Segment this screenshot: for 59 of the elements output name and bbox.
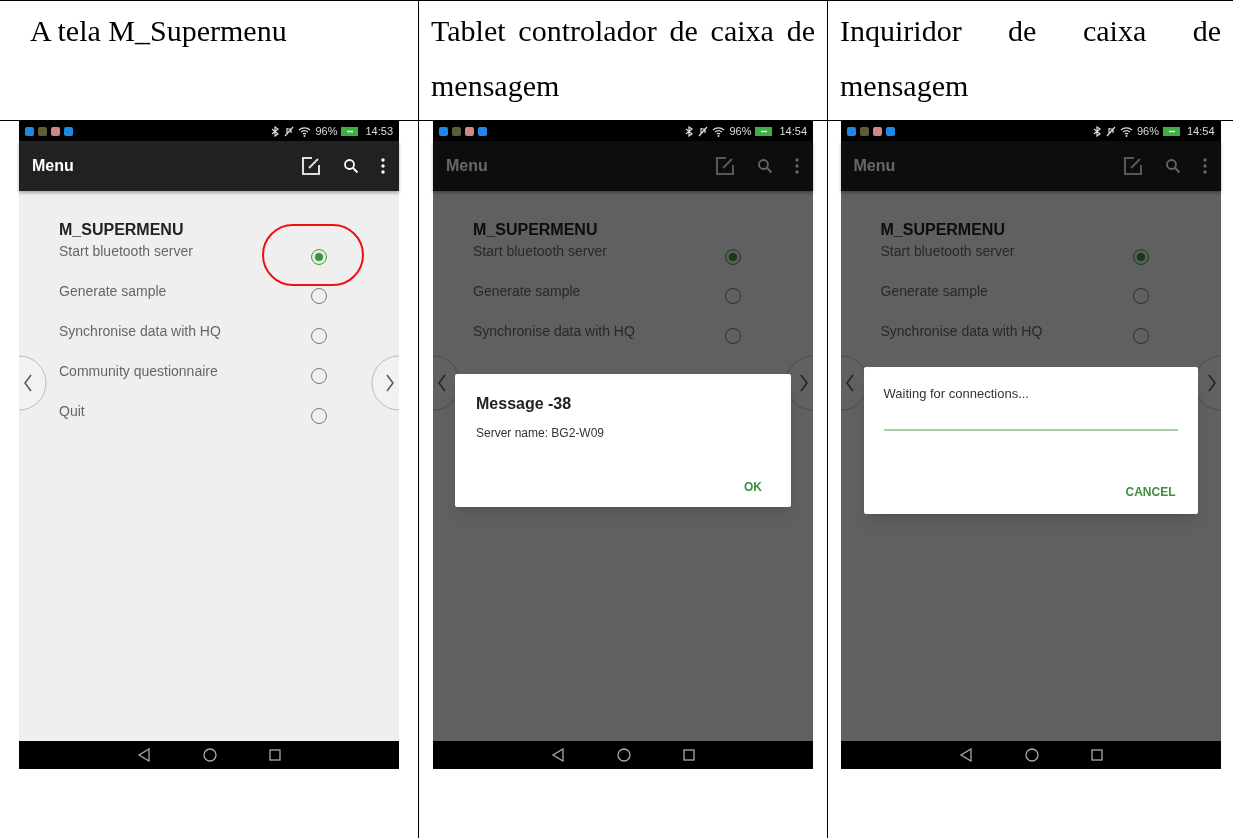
radio-button[interactable]	[1132, 249, 1149, 265]
menu-item[interactable]: Quit	[59, 402, 327, 442]
menu-title: M_SUPERMENU	[880, 220, 1006, 240]
menu-item-label: Start bluetooth server	[59, 242, 194, 260]
bluetooth-icon	[271, 125, 281, 137]
battery-icon	[755, 126, 774, 136]
menu-title: M_SUPERMENU	[59, 220, 185, 240]
previous-page-button[interactable]	[433, 355, 461, 411]
menu-item-label: Generate sample	[59, 282, 168, 300]
dialog-message: Server name: BG2-W09	[476, 425, 606, 442]
menu-item-label: Quit	[59, 402, 86, 420]
app-bar-title: Menu	[853, 156, 897, 176]
menu-item[interactable]: Start bluetooth server	[59, 242, 327, 282]
battery-icon	[341, 126, 360, 136]
back-icon[interactable]	[137, 748, 151, 762]
clock-time: 14:54	[779, 123, 807, 139]
menu-item[interactable]: Synchronise data with HQ	[59, 322, 327, 362]
app-bar-title: Menu	[32, 156, 75, 176]
home-icon[interactable]	[203, 748, 217, 762]
vibrate-icon	[1105, 125, 1116, 137]
home-icon[interactable]	[1024, 748, 1039, 762]
radio-button[interactable]	[725, 249, 741, 265]
bluetooth-icon	[685, 125, 695, 137]
dialog-message: Waiting for connections...	[883, 385, 1030, 403]
clock-time: 14:53	[365, 123, 393, 139]
menu-item-label: Community questionnaire	[59, 362, 219, 380]
battery-text: 96%	[315, 123, 338, 139]
wifi-icon	[1119, 125, 1133, 137]
battery-icon	[1162, 126, 1181, 136]
bluetooth-icon	[1092, 125, 1102, 137]
header-text: Inquiridor de caixa de mensagem	[840, 13, 1221, 104]
menu-item[interactable]: Generate sample	[59, 282, 327, 322]
menu-item-label: Synchronise data with HQ	[59, 322, 222, 340]
header-text: A tela M_Supermenu	[30, 13, 288, 49]
back-icon[interactable]	[958, 748, 973, 762]
dialog-title: Message -38	[476, 394, 573, 414]
next-page-button[interactable]	[785, 355, 813, 411]
header-text: Tablet controlador de caixa de mensagem	[431, 13, 815, 104]
recent-apps-icon[interactable]	[1090, 749, 1103, 761]
menu-title: M_SUPERMENU	[473, 220, 599, 240]
clock-time: 14:54	[1186, 123, 1215, 139]
battery-text: 96%	[1136, 123, 1159, 139]
battery-text: 96%	[729, 123, 752, 139]
back-icon[interactable]	[551, 748, 565, 762]
app-bar-title: Menu	[446, 156, 489, 176]
vibrate-icon	[698, 125, 709, 137]
recent-apps-icon[interactable]	[683, 749, 695, 761]
cancel-button[interactable]: CANCEL	[1123, 482, 1178, 501]
wifi-icon	[712, 125, 726, 137]
vibrate-icon	[284, 125, 295, 137]
menu-item[interactable]: Community questionnaire	[59, 362, 327, 402]
more-icon[interactable]	[381, 158, 385, 174]
edit-icon[interactable]	[301, 156, 321, 176]
home-icon[interactable]	[617, 748, 631, 762]
radio-button[interactable]	[311, 249, 327, 265]
search-icon[interactable]	[343, 158, 359, 174]
wifi-icon	[298, 125, 312, 137]
recent-apps-icon[interactable]	[269, 749, 281, 761]
ok-button[interactable]: OK	[736, 478, 770, 496]
